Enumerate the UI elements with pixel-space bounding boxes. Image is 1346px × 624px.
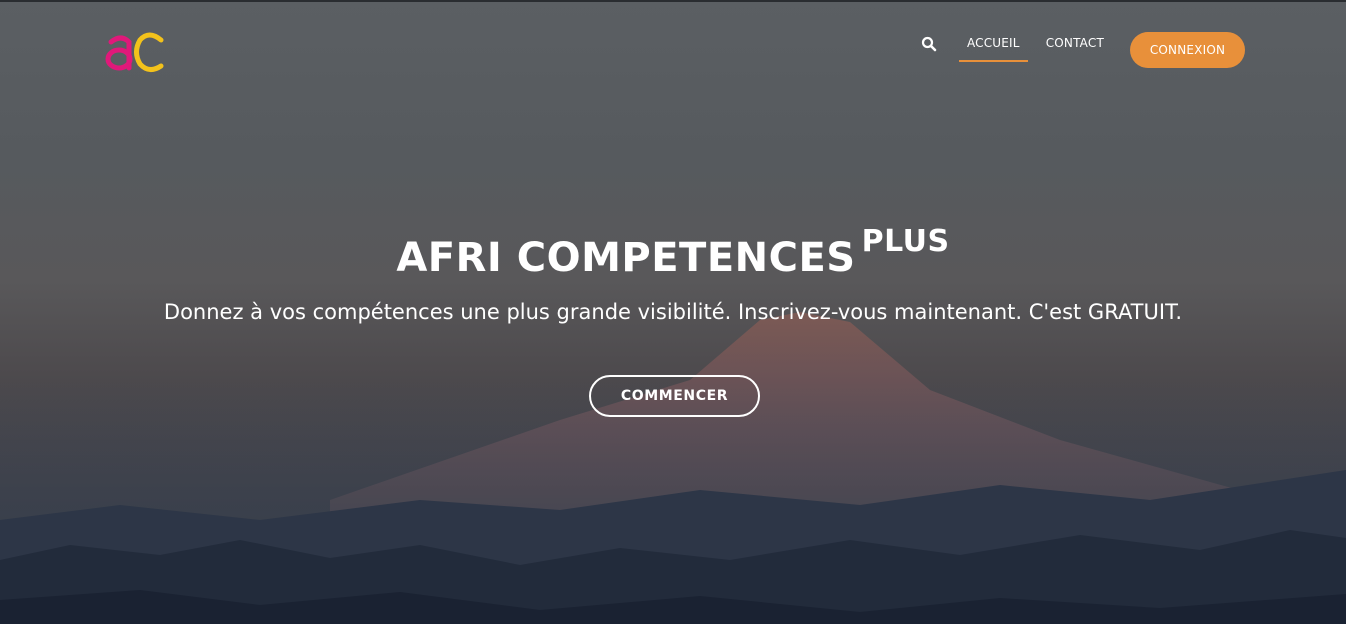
- hero-subtitle: Donnez à vos compétences une plus grande…: [163, 300, 1183, 324]
- connexion-button[interactable]: CONNEXION: [1130, 32, 1245, 68]
- hero-title-text: AFRI COMPETENCES: [396, 235, 856, 281]
- nav-link-accueil[interactable]: ACCUEIL: [958, 32, 1028, 62]
- nav-link-contact[interactable]: CONTACT: [1038, 32, 1112, 58]
- search-icon[interactable]: [921, 36, 937, 52]
- main-navigation: ACCUEIL CONTACT CONNEXION: [921, 32, 1245, 68]
- hero-title-superscript: PLUS: [861, 223, 950, 259]
- commencer-button[interactable]: COMMENCER: [589, 375, 760, 417]
- hero-title: AFRI COMPETENCES PLUS: [0, 226, 1346, 288]
- top-border: [0, 0, 1346, 2]
- ac-logo-icon[interactable]: [103, 28, 167, 74]
- hero-section: ACCUEIL CONTACT CONNEXION AFRI COMPETENC…: [0, 0, 1346, 624]
